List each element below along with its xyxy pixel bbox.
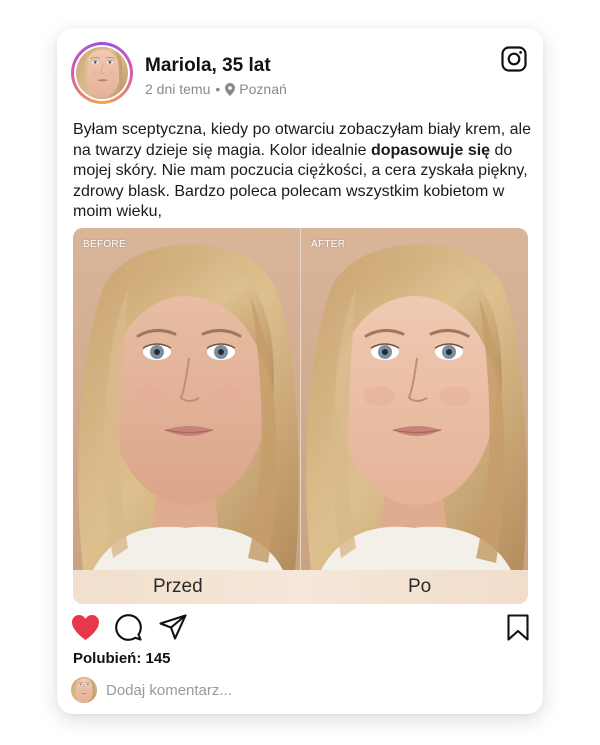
location-pin-icon [225, 82, 236, 96]
heart-icon[interactable] [71, 614, 100, 641]
before-after-photo[interactable]: BEFORE AFTER Przed Po [73, 228, 528, 604]
after-label: AFTER [311, 239, 346, 250]
post-caption: Byłam sceptyczna, kiedy po otwarciu zoba… [73, 120, 533, 223]
photo-caption-bar: Przed Po [73, 570, 528, 604]
after-photo: AFTER [301, 228, 528, 570]
post-header: Mariola, 35 lat 2 dni temu • Poznań [57, 28, 543, 118]
comment-row: Dodaj komentarz... [71, 676, 232, 704]
post-time: 2 dni temu [145, 81, 211, 97]
meta-separator: • [215, 81, 221, 97]
bookmark-icon[interactable] [507, 614, 529, 641]
commenter-avatar [71, 677, 97, 703]
before-photo: BEFORE [73, 228, 300, 570]
caption-bold-text: dopasowuje się [370, 141, 491, 159]
likes-count[interactable]: Polubień: 145 [73, 650, 171, 667]
caption-after: Po [408, 576, 432, 597]
post-location[interactable]: Poznań [239, 81, 286, 97]
send-icon[interactable] [159, 614, 187, 640]
post-meta: 2 dni temu • Poznań [145, 81, 287, 97]
comment-icon[interactable] [115, 614, 142, 641]
author-name[interactable]: Mariola, 35 lat [145, 55, 271, 77]
post-actions [71, 614, 529, 644]
add-comment-input[interactable]: Dodaj komentarz... [106, 682, 232, 699]
before-label: BEFORE [83, 239, 126, 250]
caption-before: Przed [153, 576, 203, 597]
instagram-icon[interactable] [501, 46, 527, 72]
author-avatar[interactable] [71, 42, 133, 104]
post-card: Mariola, 35 lat 2 dni temu • Poznań Była… [57, 28, 543, 714]
